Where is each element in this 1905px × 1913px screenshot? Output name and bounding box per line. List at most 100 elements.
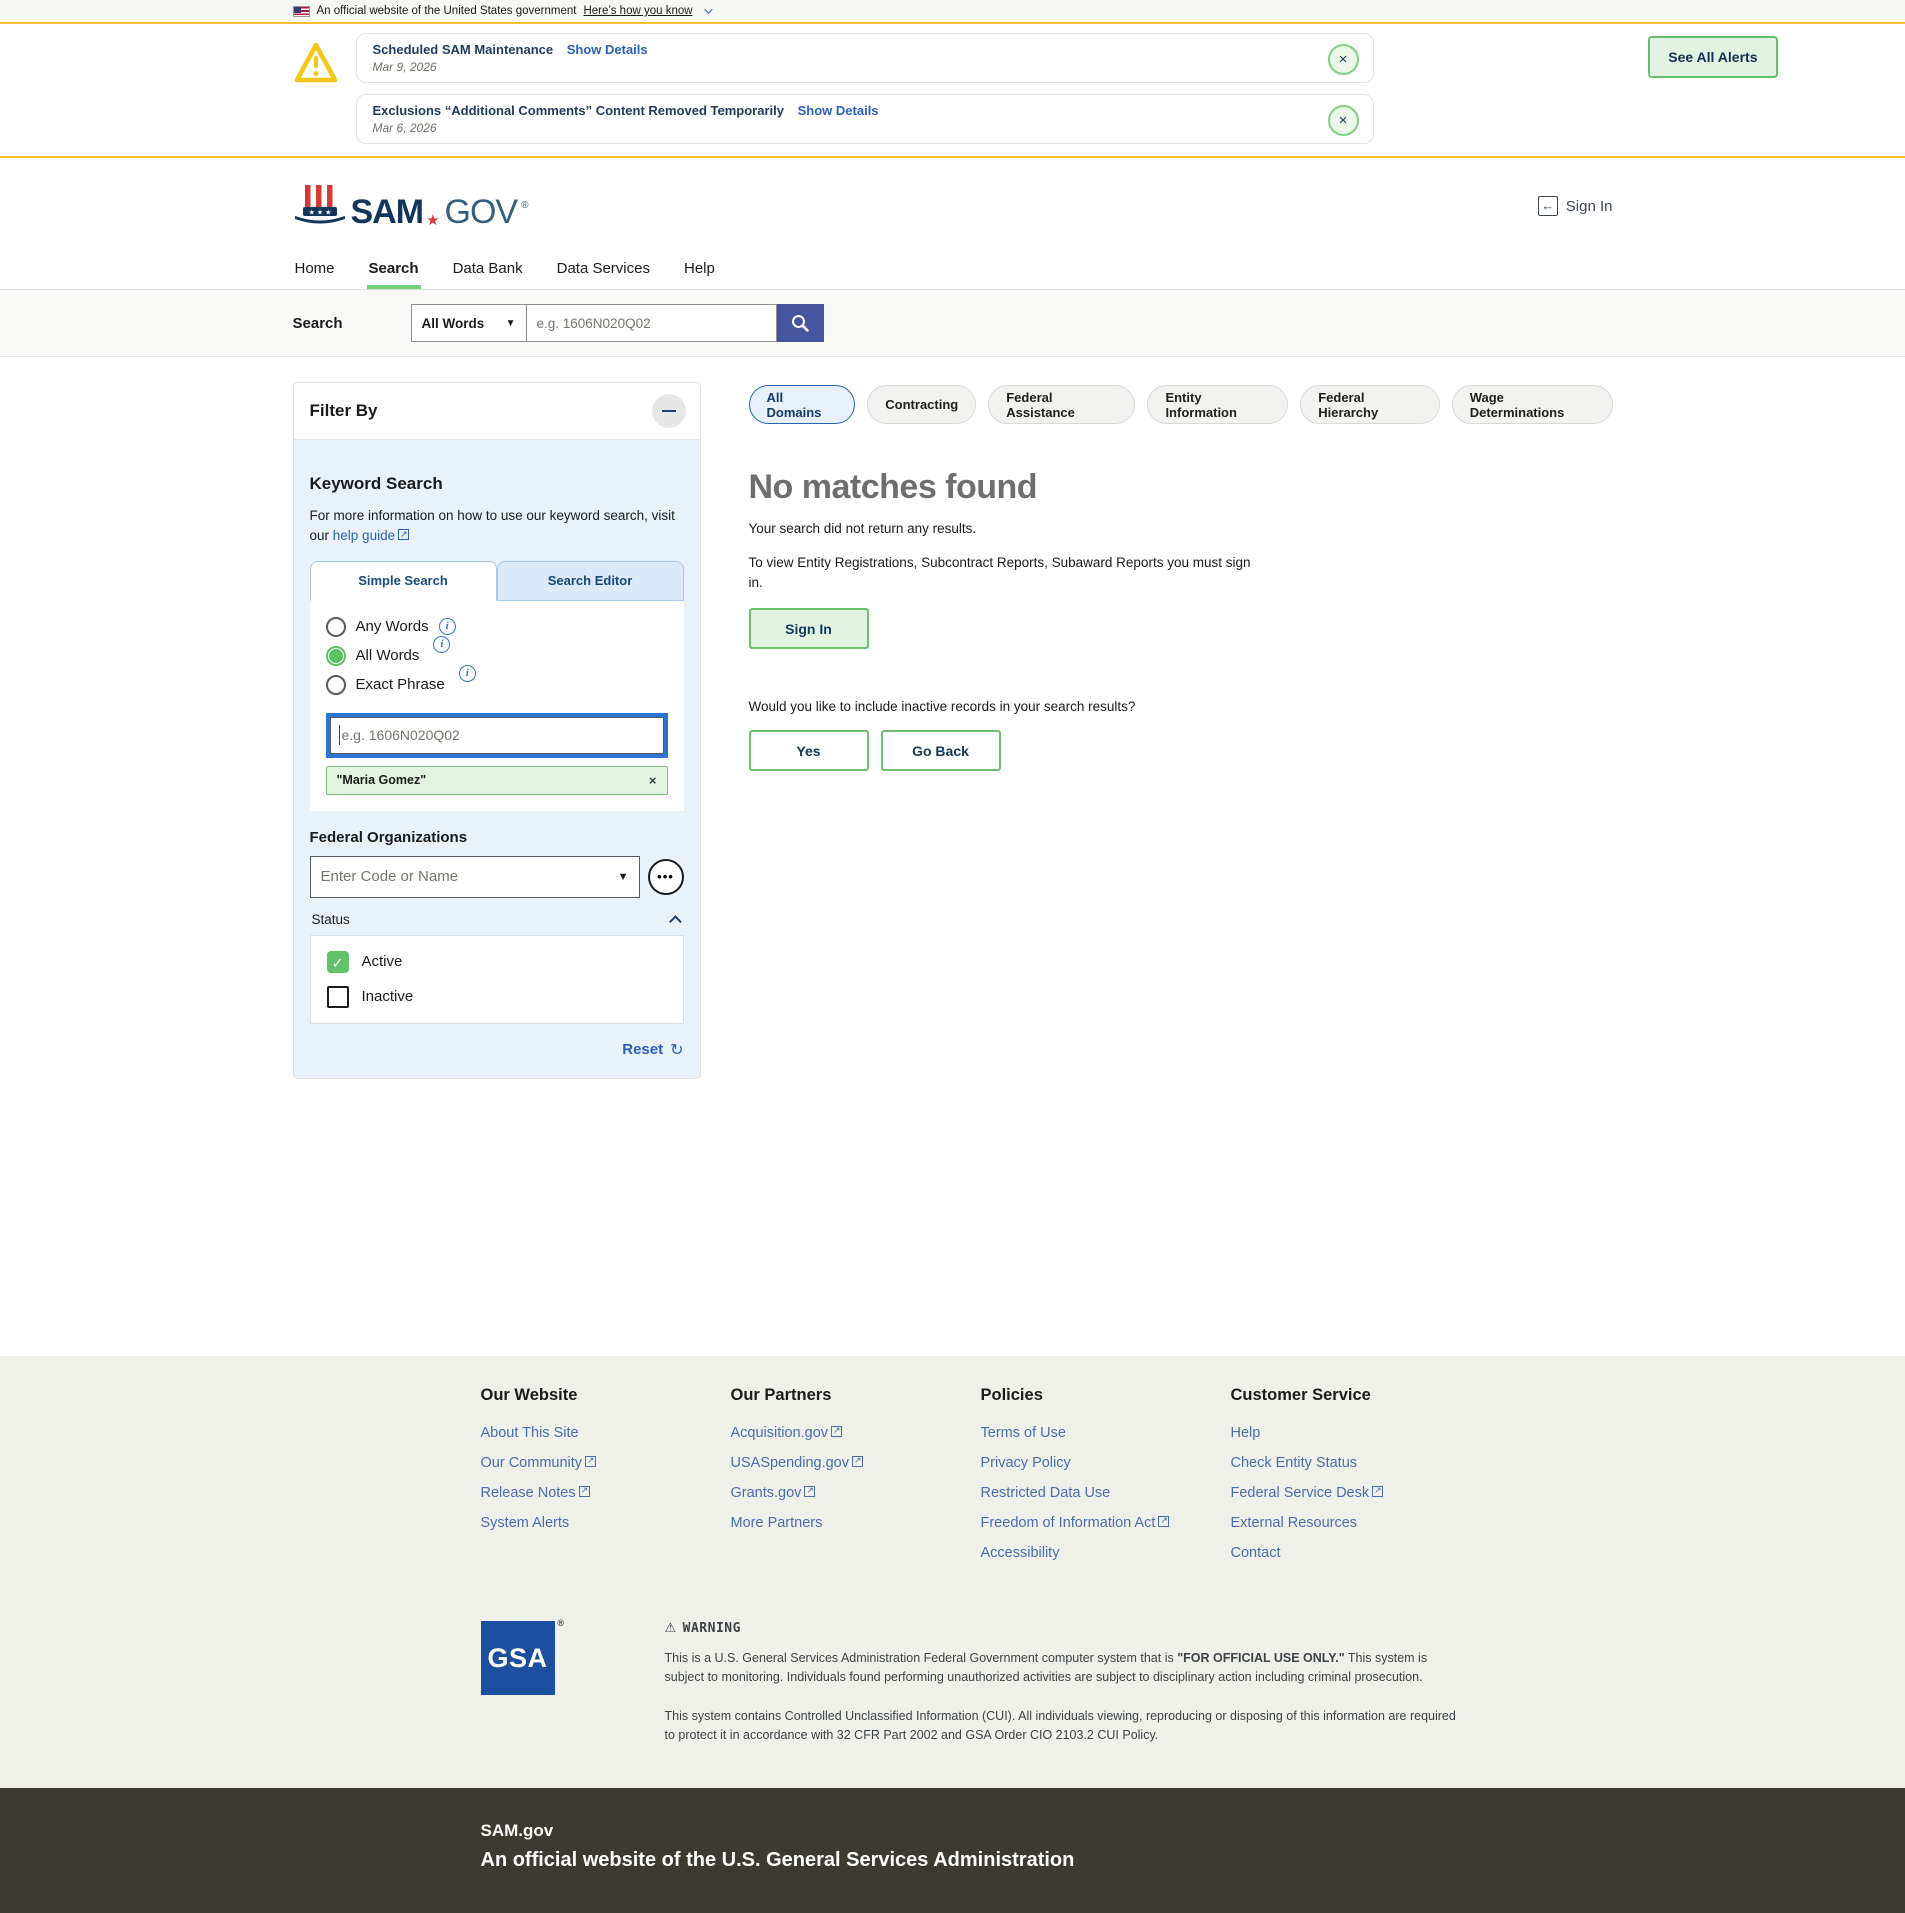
tab-search-editor[interactable]: Search Editor	[497, 561, 684, 601]
remove-chip-icon[interactable]: ×	[649, 773, 657, 788]
footer-link-more-partners[interactable]: More Partners	[731, 1515, 981, 1531]
keyword-input-focused[interactable]: e.g. 1606N020Q02	[326, 713, 668, 758]
chevron-up-icon[interactable]	[669, 915, 682, 928]
external-link-icon	[831, 1426, 842, 1437]
chevron-down-icon	[704, 5, 712, 13]
external-link-icon	[804, 1486, 815, 1497]
reset-filters-button[interactable]: Reset ↻	[310, 1040, 684, 1060]
search-submit-button[interactable]	[777, 304, 824, 342]
domain-pill-contracting[interactable]: Contracting	[867, 385, 976, 424]
domain-pill-federal-hierarchy[interactable]: Federal Hierarchy	[1300, 385, 1440, 424]
sam-gov-logo[interactable]: ★ ★ ★ SAM★GOV ®	[293, 183, 529, 229]
footer-link-our-community[interactable]: Our Community	[481, 1455, 731, 1471]
nav-item-help[interactable]: Help	[682, 254, 717, 289]
help-guide-link[interactable]: help guide	[333, 528, 395, 543]
search-mode-value: All Words	[422, 316, 485, 331]
dropdown-arrow-icon: ▼	[506, 318, 516, 329]
footer-link-accessibility[interactable]: Accessibility	[981, 1545, 1231, 1561]
global-search-input[interactable]	[527, 304, 777, 342]
domain-pill-federal-assistance[interactable]: Federal Assistance	[988, 385, 1135, 424]
warning-paragraph-1: This is a U.S. General Services Administ…	[665, 1649, 1460, 1688]
no-results-text: Your search did not return any results.	[749, 521, 1613, 536]
domain-pill-entity-information[interactable]: Entity Information	[1147, 385, 1288, 424]
footer-link-privacy-policy[interactable]: Privacy Policy	[981, 1455, 1231, 1471]
header-sign-in[interactable]: ← Sign In	[1538, 196, 1613, 216]
footer-link-external-resources[interactable]: External Resources	[1231, 1515, 1481, 1531]
primary-nav: Home Search Data Bank Data Services Help	[0, 254, 1905, 290]
domain-pill-wage-determinations[interactable]: Wage Determinations	[1452, 385, 1613, 424]
dropdown-arrow-icon: ▼	[618, 871, 629, 883]
brand-star-icon: ★	[426, 213, 439, 228]
footer-link-system-alerts[interactable]: System Alerts	[481, 1515, 731, 1531]
radio-exact-phrase[interactable]	[326, 675, 346, 695]
federal-org-more-button[interactable]: •••	[648, 859, 684, 895]
footer-link-release-notes[interactable]: Release Notes	[481, 1485, 731, 1501]
info-icon[interactable]: i	[459, 665, 476, 682]
footer-link-grants-gov[interactable]: Grants.gov	[731, 1485, 981, 1501]
show-details-link[interactable]: Show Details	[798, 103, 879, 118]
svg-text:★ ★ ★: ★ ★ ★	[308, 209, 331, 217]
nav-item-data-bank[interactable]: Data Bank	[451, 254, 525, 289]
footer-link-about-this-site[interactable]: About This Site	[481, 1425, 731, 1441]
status-option-active[interactable]: ✓ Active	[327, 951, 667, 973]
footer-link-terms-of-use[interactable]: Terms of Use	[981, 1425, 1231, 1441]
system-warning: ⚠WARNING This is a U.S. General Services…	[665, 1621, 1460, 1746]
footer-link-check-entity-status[interactable]: Check Entity Status	[1231, 1455, 1481, 1471]
show-details-link[interactable]: Show Details	[567, 42, 648, 57]
keyword-search-heading: Keyword Search	[310, 474, 684, 494]
collapse-filters-button[interactable]	[652, 394, 686, 428]
see-all-alerts-button[interactable]: See All Alerts	[1648, 36, 1777, 78]
nav-item-home[interactable]: Home	[293, 254, 337, 289]
how-you-know-link[interactable]: Here’s how you know	[583, 5, 692, 17]
checkbox-checked-icon[interactable]: ✓	[327, 951, 349, 973]
uncle-sam-hat-icon: ★ ★ ★	[293, 183, 347, 227]
footer-link-usaspending-gov[interactable]: USASpending.gov	[731, 1455, 981, 1471]
nav-item-search[interactable]: Search	[367, 254, 421, 289]
close-alert-button[interactable]: ×	[1328, 105, 1359, 136]
footer-link-restricted-data-use[interactable]: Restricted Data Use	[981, 1485, 1231, 1501]
info-icon[interactable]: i	[439, 618, 456, 635]
go-back-button[interactable]: Go Back	[881, 730, 1001, 771]
yes-button[interactable]: Yes	[749, 730, 869, 771]
radio-any-words[interactable]	[326, 617, 346, 637]
external-link-icon	[1158, 1516, 1169, 1527]
chip-label: "Maria Gomez"	[337, 773, 427, 787]
footer-site-name: SAM.gov	[481, 1821, 1613, 1841]
status-option-inactive[interactable]: Inactive	[327, 986, 667, 1008]
nav-item-data-services[interactable]: Data Services	[555, 254, 652, 289]
radio-exact-phrase-label: Exact Phrase	[356, 676, 445, 693]
federal-org-combobox[interactable]: Enter Code or Name ▼	[310, 856, 640, 898]
gsa-logo: GSA ®	[481, 1621, 555, 1695]
filter-panel: Filter By Keyword Search For more inform…	[293, 382, 701, 1079]
alert-title: Exclusions “Additional Comments” Content…	[373, 103, 785, 118]
search-band: Search All Words ▼	[0, 290, 1905, 357]
gov-banner-text: An official website of the United States…	[317, 5, 577, 17]
include-inactive-question: Would you like to include inactive recor…	[749, 699, 1613, 714]
footer-heading: Our Website	[481, 1386, 731, 1405]
footer-link-contact[interactable]: Contact	[1231, 1545, 1481, 1561]
tab-simple-search[interactable]: Simple Search	[310, 561, 497, 601]
keyword-input-placeholder: e.g. 1606N020Q02	[342, 727, 460, 743]
search-mode-select[interactable]: All Words ▼	[411, 304, 527, 342]
refresh-icon: ↻	[670, 1040, 683, 1060]
alert-date: Mar 6, 2026	[373, 121, 1328, 135]
federal-org-placeholder: Enter Code or Name	[321, 868, 459, 885]
filter-by-title: Filter By	[310, 401, 378, 421]
warning-icon: ⚠	[665, 1621, 677, 1636]
info-icon[interactable]: i	[433, 636, 450, 653]
footer-link-federal-service-desk[interactable]: Federal Service Desk	[1231, 1485, 1481, 1501]
footer-heading: Our Partners	[731, 1386, 981, 1405]
close-alert-button[interactable]: ×	[1328, 44, 1359, 75]
footer-link-acquisition-gov[interactable]: Acquisition.gov	[731, 1425, 981, 1441]
identity-footer: SAM.gov An official website of the U.S. …	[0, 1788, 1905, 1913]
footer-link-foia[interactable]: Freedom of Information Act	[981, 1515, 1231, 1531]
alert-title: Scheduled SAM Maintenance	[373, 42, 554, 57]
sign-in-button[interactable]: Sign In	[749, 608, 869, 649]
checkbox-unchecked-icon[interactable]	[327, 986, 349, 1008]
radio-all-words[interactable]	[326, 646, 346, 666]
site-footer: Our Website About This Site Our Communit…	[0, 1356, 1905, 1788]
search-icon	[790, 313, 810, 333]
footer-link-help[interactable]: Help	[1231, 1425, 1481, 1441]
domain-pill-all-domains[interactable]: All Domains	[749, 385, 856, 424]
reset-label: Reset	[622, 1041, 663, 1058]
